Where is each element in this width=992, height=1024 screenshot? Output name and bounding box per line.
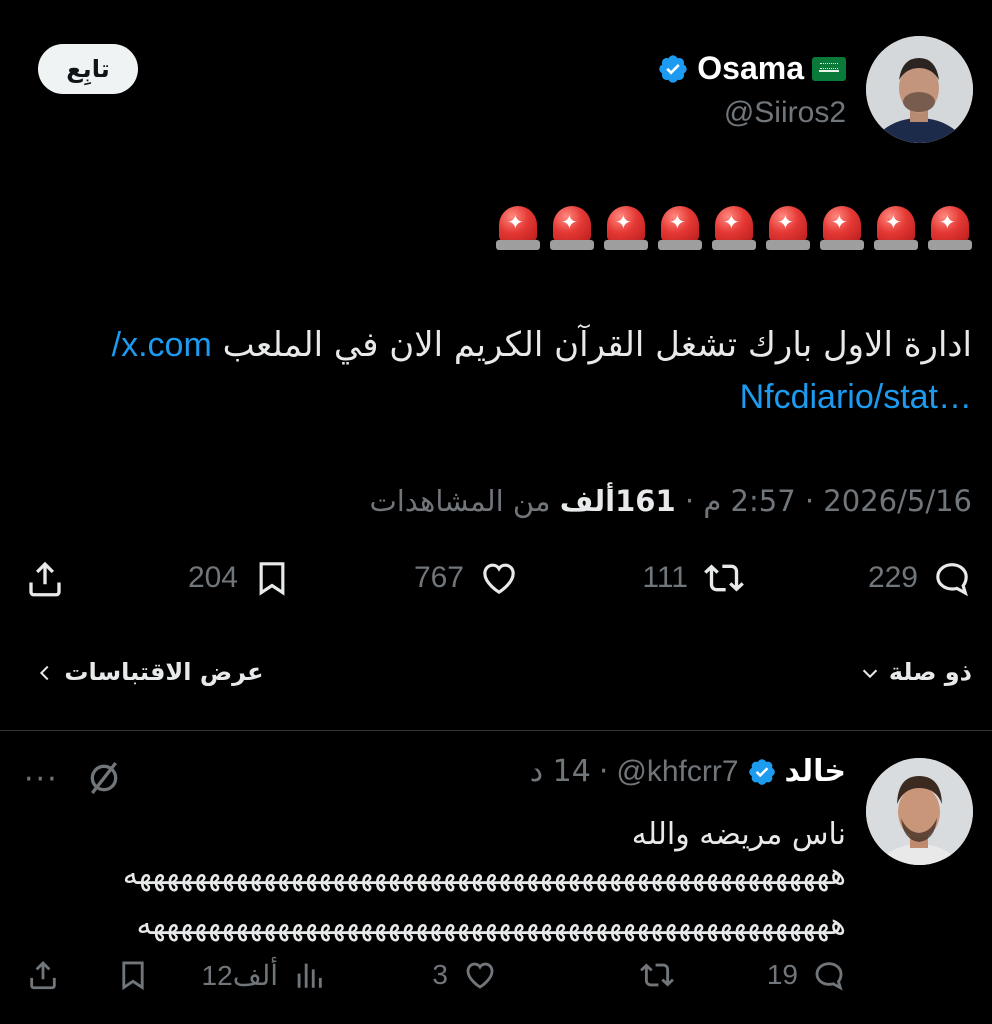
related-toggle-label: ذو صلة [888,658,972,686]
share-action[interactable] [24,558,66,600]
retweet-icon [704,564,744,592]
reply-like-count: 3 [432,959,448,990]
reply-handle[interactable]: @khfcrr7 [616,755,738,789]
reply-views-count: 12ألف [201,959,278,991]
reply-display-name[interactable]: خالد [785,754,846,789]
tweet-body-text: ادارة الاول بارك تشغل القرآن الكريم الان… [211,325,972,365]
share-icon [30,960,56,990]
rotating-light-emoji-icon: ✦ [655,202,705,252]
reply-laugh-line-2: هههههههههههههههههههههههههههههههههههههههه… [136,907,846,942]
retweet-icon [640,963,674,987]
author-avatar[interactable] [866,36,973,143]
rotating-light-emoji-icon: ✦ [871,202,921,252]
like-count: 767 [413,561,464,594]
rotating-light-emoji-icon: ✦ [547,202,597,252]
rotating-light-emoji-icon: ✦ [709,202,759,252]
reply-reply-action[interactable]: 19 [767,958,846,992]
reply-like-action[interactable]: 3 [432,958,498,992]
view-quotes-link[interactable]: عرض الاقتباسات [34,658,263,686]
reply-views-action[interactable]: 12ألف [202,958,326,992]
tweet-text: ادارة الاول بارك تشغل القرآن الكريم الان… [27,318,972,372]
reply-header: خالد @khfcrr7 · 14 د [529,754,846,789]
saudi-flag-icon [812,56,846,81]
related-toggle[interactable]: ذو صلة [859,658,972,686]
tweet-date[interactable]: 2026/5/16 [823,484,972,518]
reply-action[interactable]: 229 [868,558,972,598]
chevron-down-icon [862,669,877,679]
tweet-time[interactable]: 2:57 م [703,484,795,518]
bookmark-count: 204 [187,561,238,594]
tweet-link-part1[interactable]: x.com/ [112,326,212,364]
views-count: 161 [615,484,676,518]
heart-icon [466,962,494,989]
reply-time[interactable]: 14 د [530,754,591,789]
rotating-light-emoji-icon: ✦ [493,202,543,252]
rotating-light-emoji-icon: ✦ [925,202,975,252]
reply-reply-count: 19 [766,959,798,990]
bookmark-icon [259,562,285,596]
more-options-icon[interactable]: ··· [24,762,59,797]
reply-count: 229 [867,561,918,594]
reply-bookmark-action[interactable] [116,958,150,992]
chevron-left-icon [39,665,49,681]
divider [0,730,992,731]
author-name-row: Osama [657,50,846,87]
views-label: من المشاهدات [369,484,560,518]
heart-icon [483,563,515,595]
like-action[interactable]: 767 [414,558,520,598]
reply-icon [815,962,843,991]
retweet-action[interactable]: 111 [642,558,746,598]
share-icon [29,561,61,597]
grok-icon[interactable] [84,758,124,802]
reply-share-action[interactable] [26,958,60,992]
rotating-light-emoji-icon: ✦ [817,202,867,252]
reply-icon [936,563,968,597]
author-handle[interactable]: @Siiros2 [724,96,846,130]
reply-laugh-line-1: هههههههههههههههههههههههههههههههههههههههه… [122,857,846,892]
rotating-light-emoji-icon: ✦ [763,202,813,252]
retweet-count: 111 [642,561,688,594]
reply-author-avatar[interactable] [866,758,973,865]
bookmark-icon [122,961,144,991]
reply-retweet-action[interactable] [624,958,676,992]
view-quotes-label: عرض الاقتباسات [64,658,264,686]
views-unit: ألف [559,484,616,518]
views-icon [297,963,322,988]
author-display-name[interactable]: Osama [697,50,804,87]
follow-button[interactable]: تابِع [38,44,138,94]
alarm-emoji-row: ✦ ✦ ✦ ✦ ✦ ✦ ✦ ✦ ✦ [493,202,975,252]
tweet-link-part2[interactable]: Nfcdiario/stat… [740,370,972,424]
bookmark-action[interactable]: 204 [188,558,292,598]
tweet-meta: 2026/5/16 · 2:57 م · 161ألف من المشاهدات [369,484,972,518]
rotating-light-emoji-icon: ✦ [601,202,651,252]
verified-badge-icon [748,758,775,785]
verified-badge-icon [659,54,687,83]
